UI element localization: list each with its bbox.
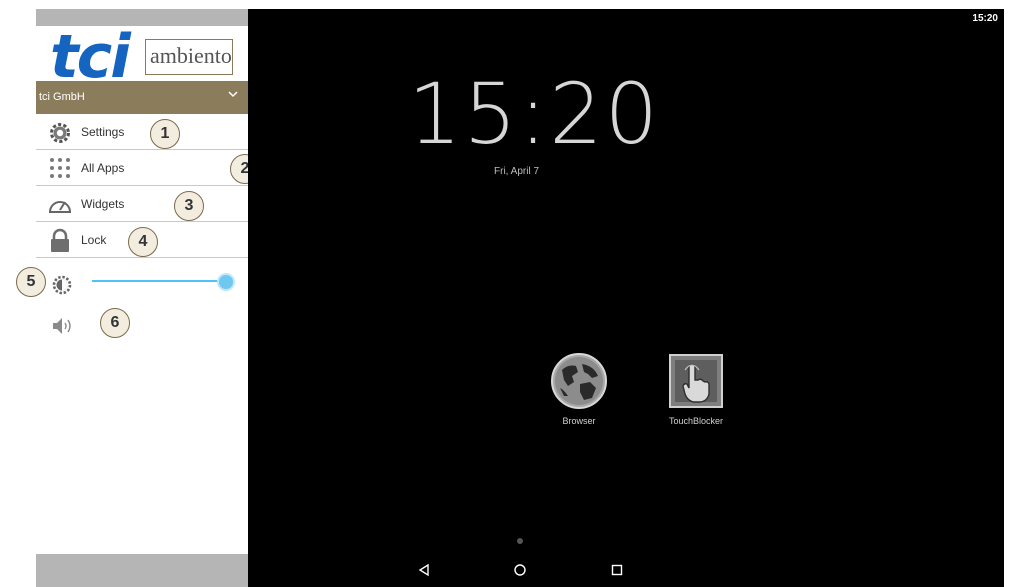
globe-icon: [551, 353, 607, 409]
menu-label-widgets: Widgets: [81, 197, 125, 211]
account-selector[interactable]: tci GmbH: [36, 81, 248, 114]
recents-icon[interactable]: [609, 562, 625, 578]
app-touchblocker[interactable]: TouchBlocker: [656, 352, 736, 426]
gauge-icon: [49, 201, 71, 213]
logo-tagline: ambiento: [150, 43, 232, 68]
navigation-drawer: tci ambiento tci GmbH Settings All Apps …: [36, 9, 248, 587]
menu-label-settings: Settings: [81, 125, 125, 139]
status-bar-time: 15:20: [972, 13, 998, 24]
callout-badge-3: 3: [174, 191, 204, 221]
menu-item-all-apps[interactable]: All Apps: [36, 151, 248, 186]
menu-item-widgets[interactable]: Widgets: [36, 187, 248, 222]
volume-icon[interactable]: [50, 315, 76, 337]
home-icon[interactable]: [512, 562, 528, 578]
app-label-touchblocker: TouchBlocker: [668, 416, 724, 426]
callout-badge-1: 1: [150, 119, 180, 149]
page-indicator: [517, 538, 523, 544]
brightness-slider-track[interactable]: [92, 280, 228, 282]
chevron-down-icon: [228, 91, 238, 98]
gear-icon: [50, 123, 70, 143]
callout-badge-6: 6: [100, 308, 130, 338]
callout-badge-5: 5: [16, 267, 46, 297]
logo-wordmark: tci: [50, 22, 131, 92]
logo-tagline-box: ambiento: [145, 39, 233, 75]
brightness-icon: [52, 275, 72, 295]
drawer-bottom-bar: [36, 554, 248, 587]
lock-icon: [51, 228, 69, 252]
menu-label-lock: Lock: [81, 233, 107, 247]
account-name: tci GmbH: [39, 91, 85, 103]
back-icon[interactable]: [416, 562, 432, 578]
menu-label-all-apps: All Apps: [81, 161, 125, 175]
menu-item-settings[interactable]: Settings: [36, 115, 248, 150]
clock-widget[interactable]: 15:20: [408, 69, 660, 159]
app-browser[interactable]: Browser: [539, 352, 619, 426]
callout-badge-4: 4: [128, 227, 158, 257]
brightness-slider-thumb[interactable]: [217, 273, 235, 291]
app-label-browser: Browser: [562, 416, 596, 426]
date-label: Fri, April 7: [494, 166, 540, 177]
touch-hand-icon: [669, 354, 723, 408]
home-screen: 15:20 15:20 Fri, April 7 Browser TouchBl…: [248, 9, 1004, 587]
brand-logo: tci ambiento: [48, 25, 248, 89]
app-grid-icon: [50, 158, 70, 178]
